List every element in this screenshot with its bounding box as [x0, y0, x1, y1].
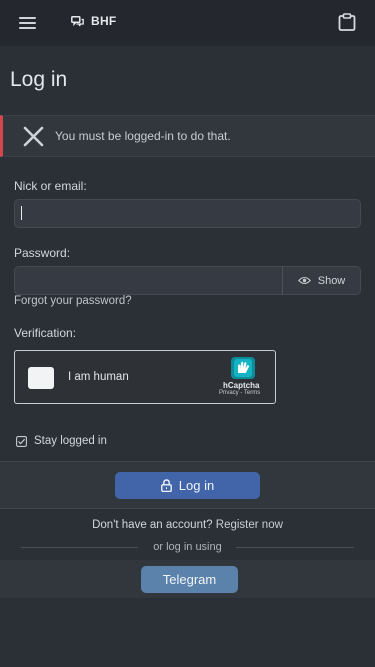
- submit-bar: Log in: [0, 461, 375, 509]
- captcha-checkbox[interactable]: [28, 367, 54, 389]
- login-label: Log in: [178, 478, 215, 493]
- social-login-bar: Telegram: [0, 560, 375, 598]
- register-line: Don't have an account? Register now: [0, 519, 375, 531]
- register-link[interactable]: Register now: [216, 519, 283, 531]
- eye-icon: [297, 276, 311, 285]
- checkbox-checked-icon: [16, 435, 27, 447]
- show-password-button[interactable]: Show: [282, 266, 361, 295]
- register-prompt: Don't have an account?: [92, 519, 213, 531]
- password-label: Password:: [14, 246, 71, 260]
- text-caret: [21, 206, 22, 220]
- page-title: Log in: [10, 68, 68, 91]
- forgot-password-link[interactable]: Forgot your password?: [14, 295, 132, 307]
- telegram-label: Telegram: [162, 572, 217, 587]
- stay-logged-in-label: Stay logged in: [34, 435, 107, 447]
- verification-label: Verification:: [14, 326, 77, 340]
- nick-email-input[interactable]: [14, 199, 361, 228]
- stay-logged-in-checkbox[interactable]: Stay logged in: [16, 435, 107, 447]
- login-button[interactable]: Log in: [115, 472, 260, 499]
- chat-bubbles-icon: [71, 15, 84, 26]
- nick-label: Nick or email:: [14, 179, 87, 193]
- hcaptcha-widget: I am human hCaptcha Privacy - Terms: [14, 350, 276, 404]
- captcha-label: I am human: [68, 371, 129, 383]
- close-x-icon: [23, 126, 44, 147]
- error-alert: You must be logged-in to do that.: [0, 115, 375, 157]
- brand-title: BHF: [91, 14, 117, 28]
- top-bar: BHF: [0, 0, 375, 46]
- lock-icon: [160, 479, 172, 492]
- hcaptcha-logo-icon: [231, 357, 255, 379]
- password-input[interactable]: [14, 266, 283, 295]
- hcaptcha-links[interactable]: Privacy - Terms: [219, 390, 260, 396]
- brand[interactable]: BHF: [71, 14, 117, 28]
- clipboard-icon[interactable]: [338, 13, 356, 31]
- alert-message: You must be logged-in to do that.: [55, 129, 231, 143]
- hcaptcha-brand: hCaptcha: [223, 381, 260, 390]
- show-label: Show: [317, 274, 346, 287]
- or-login-using: or log in using: [153, 541, 222, 553]
- hamburger-menu-icon[interactable]: [19, 17, 36, 29]
- telegram-login-button[interactable]: Telegram: [141, 566, 238, 593]
